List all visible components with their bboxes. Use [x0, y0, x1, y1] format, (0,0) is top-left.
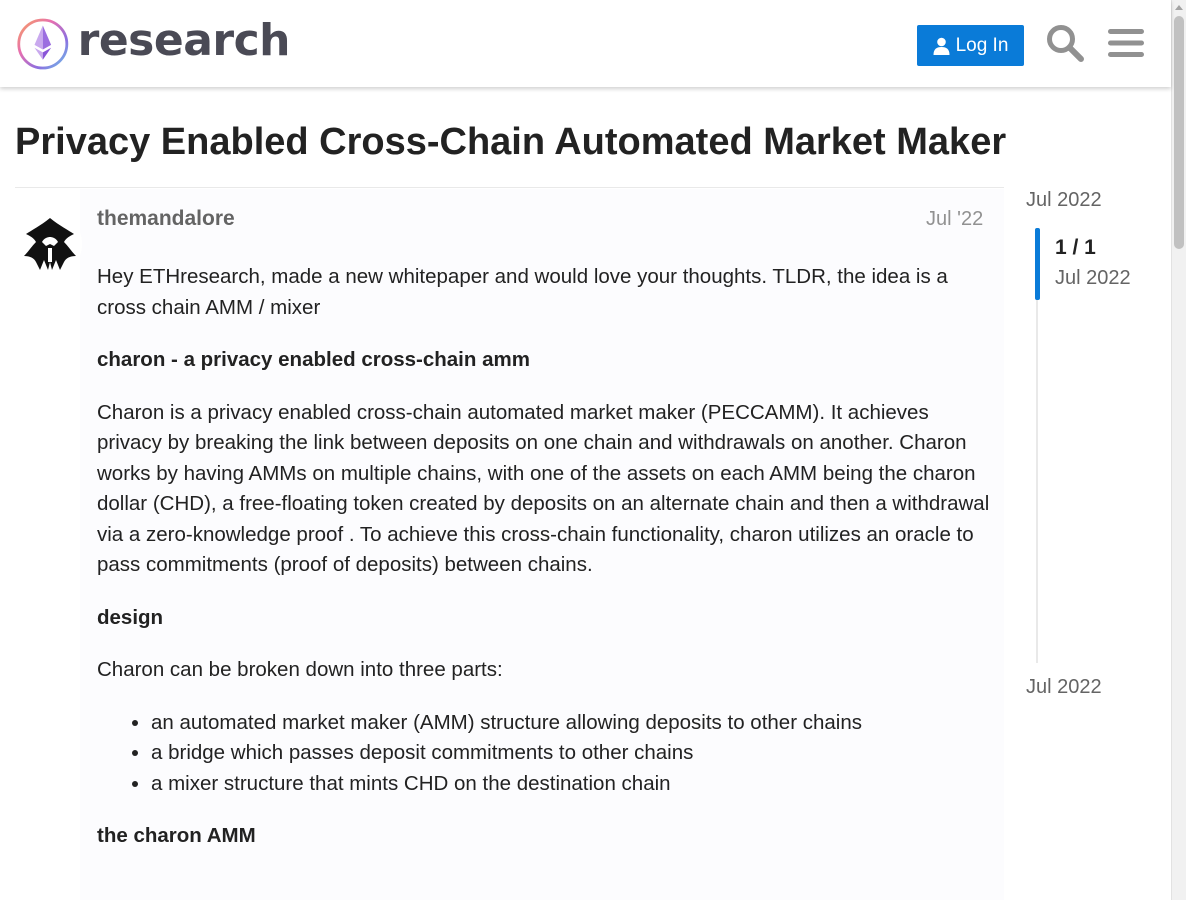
post-date[interactable]: Jul '22 — [926, 208, 983, 231]
login-button[interactable]: Log In — [917, 25, 1024, 66]
scroll-up-arrow-icon[interactable] — [1175, 5, 1183, 10]
hamburger-menu-icon[interactable] — [1105, 22, 1147, 64]
search-icon[interactable] — [1044, 22, 1086, 64]
list-item: a bridge which passes deposit commitment… — [151, 738, 992, 769]
post-content: Hey ETHresearch, made a new whitepaper a… — [97, 262, 992, 874]
site-logo-text: research — [77, 15, 291, 66]
timeline-current-date: Jul 2022 — [1055, 267, 1131, 289]
post-paragraph-charon-description: Charon is a privacy enabled cross-chain … — [97, 400, 990, 577]
user-icon — [933, 37, 950, 55]
list-item: an automated market maker (AMM) structur… — [151, 708, 992, 739]
site-header: research Log In — [0, 0, 1171, 87]
ethereum-logo-icon — [17, 18, 69, 70]
post-heading-design: design — [97, 605, 164, 629]
timeline-start-date[interactable]: Jul 2022 — [1026, 189, 1102, 212]
post-paragraph-intro: Hey ETHresearch, made a new whitepaper a… — [97, 265, 948, 319]
design-parts-list: an automated market maker (AMM) structur… — [151, 708, 992, 800]
title-divider — [15, 187, 1004, 188]
list-item: a mixer structure that mints CHD on the … — [151, 769, 992, 800]
login-button-label: Log In — [955, 34, 1009, 56]
timeline-scroll-handle[interactable] — [1035, 228, 1040, 300]
post-heading-charon: charon - a privacy enabled cross-chain a… — [97, 348, 530, 371]
page-scrollbar[interactable] — [1171, 0, 1186, 900]
site-logo[interactable]: research — [16, 14, 291, 74]
post-paragraph-design: Charon can be broken down into three par… — [97, 658, 503, 681]
timeline-end-date[interactable]: Jul 2022 — [1026, 676, 1102, 699]
mandalorian-skull-avatar-icon — [18, 212, 82, 276]
timeline-post-count: 1 / 1 — [1055, 236, 1096, 259]
post-author-username[interactable]: themandalore — [97, 207, 235, 231]
avatar[interactable] — [18, 212, 82, 276]
scrollbar-thumb[interactable] — [1174, 16, 1184, 249]
post-heading-charon-amm: the charon AMM — [97, 824, 256, 847]
topic-title[interactable]: Privacy Enabled Cross-Chain Automated Ma… — [15, 119, 1006, 165]
